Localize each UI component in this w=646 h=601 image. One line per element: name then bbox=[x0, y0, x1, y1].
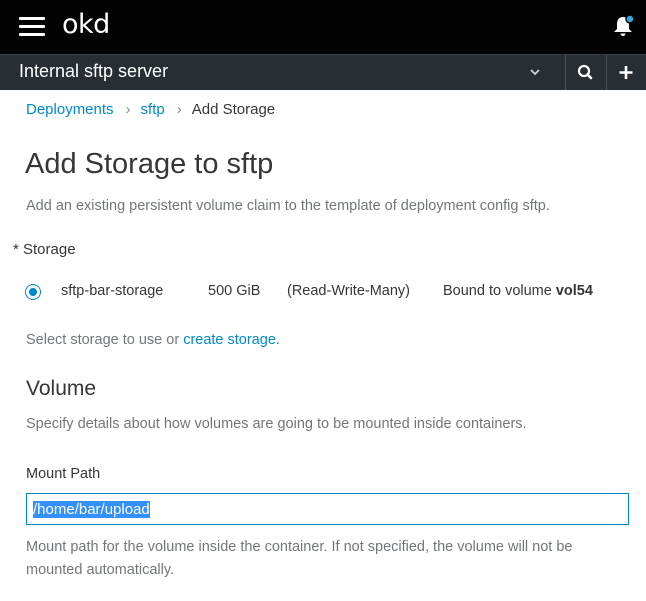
project-selector[interactable]: Internal sftp server bbox=[19, 61, 168, 82]
volume-heading: Volume bbox=[26, 377, 97, 400]
volume-help: Specify details about how volumes are go… bbox=[26, 416, 527, 432]
plus-icon bbox=[619, 66, 633, 79]
mount-path-label: Mount Path bbox=[26, 466, 101, 482]
storage-label: * Storage bbox=[13, 241, 76, 258]
masthead: okd bbox=[0, 0, 646, 54]
storage-access-mode: (Read-Write-Many) bbox=[287, 283, 411, 299]
search-button[interactable] bbox=[566, 55, 604, 91]
page-title: Add Storage to sftp bbox=[25, 148, 274, 180]
storage-help-text: Select storage to use or bbox=[26, 332, 180, 348]
notification-bell-icon[interactable] bbox=[611, 14, 635, 38]
add-button[interactable] bbox=[607, 55, 646, 91]
storage-bound-status: Bound to volume vol54 bbox=[443, 283, 593, 299]
okd-logo[interactable]: okd bbox=[62, 9, 110, 40]
project-bar: Internal sftp server bbox=[0, 54, 646, 91]
breadcrumb-separator: › bbox=[125, 101, 131, 118]
chevron-down-icon[interactable] bbox=[527, 64, 543, 80]
mount-path-input[interactable] bbox=[26, 493, 629, 525]
breadcrumb: Deployments › sftp › Add Storage bbox=[26, 101, 275, 118]
storage-help: Select storage to use or create storage. bbox=[26, 332, 280, 348]
create-storage-link[interactable]: create storage. bbox=[183, 332, 280, 348]
breadcrumb-separator: › bbox=[176, 101, 182, 118]
storage-name[interactable]: sftp-bar-storage bbox=[61, 283, 163, 299]
storage-radio[interactable] bbox=[25, 284, 41, 300]
breadcrumb-sftp[interactable]: sftp bbox=[141, 101, 165, 118]
bound-volume: vol54 bbox=[555, 283, 593, 299]
mount-path-help: Mount path for the volume inside the con… bbox=[26, 539, 573, 578]
bound-prefix: Bound to volume bbox=[443, 283, 552, 299]
main-content: Deployments › sftp › Add Storage Add Storage… bbox=[0, 90, 646, 601]
menu-icon[interactable] bbox=[19, 16, 45, 36]
breadcrumb-current: Add Storage bbox=[191, 101, 276, 118]
search-icon bbox=[577, 64, 593, 80]
page-subtitle: Add an existing persistent volume claim … bbox=[26, 198, 550, 214]
breadcrumb-deployments[interactable]: Deployments bbox=[26, 101, 114, 118]
storage-size: 500 GiB bbox=[208, 283, 261, 299]
